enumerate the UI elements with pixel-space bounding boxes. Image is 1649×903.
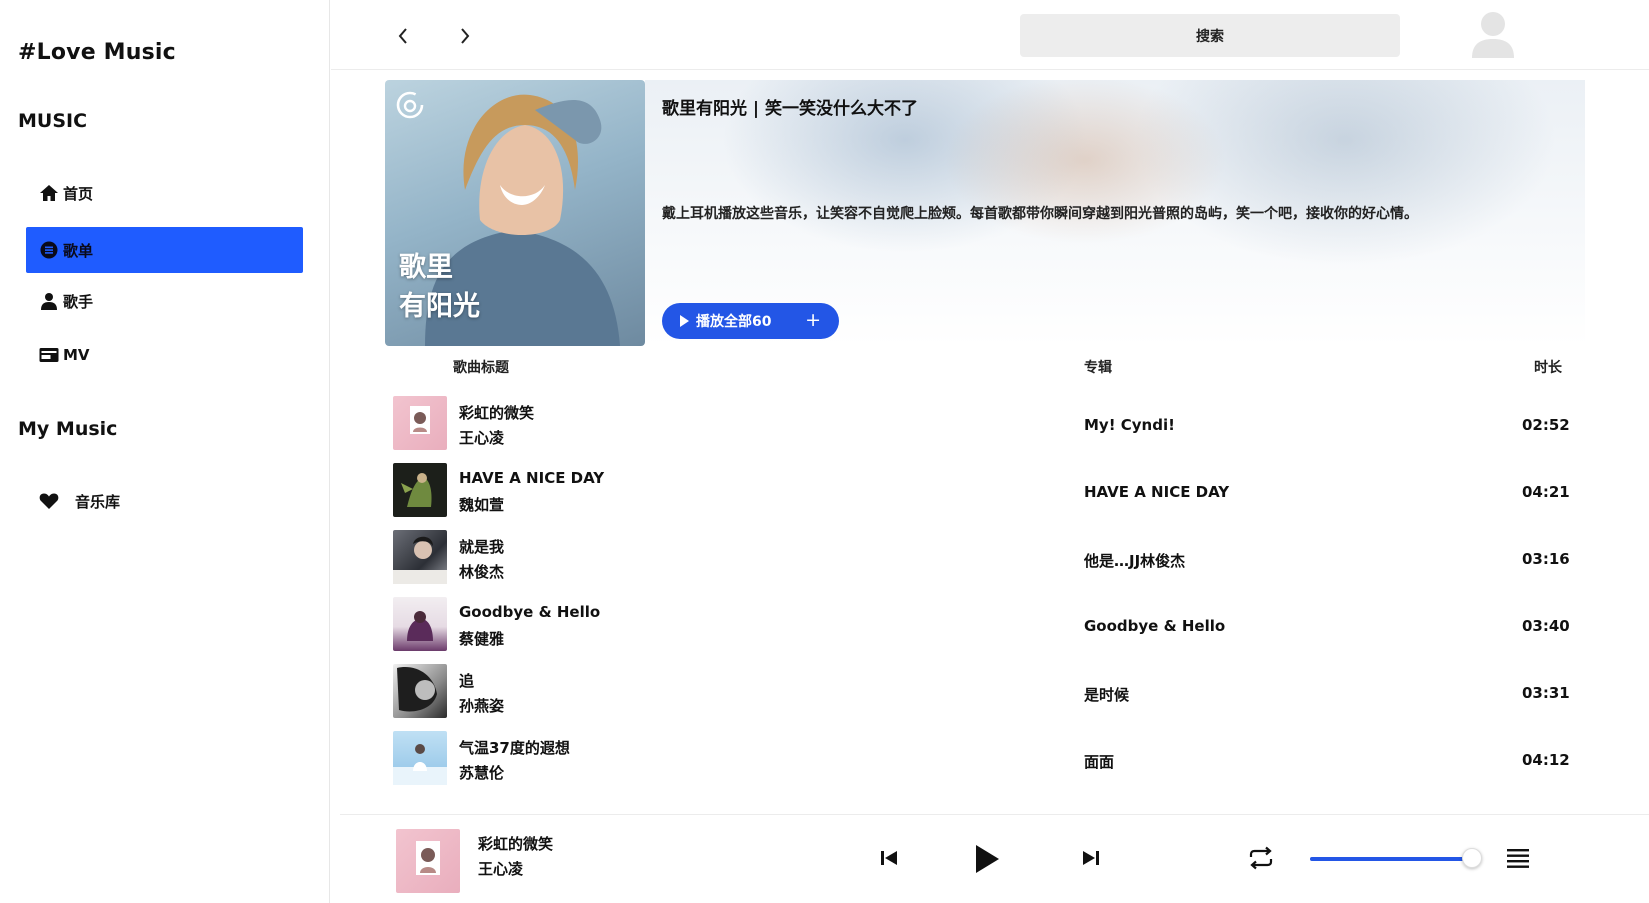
track-name: 气温37度的遐想	[459, 739, 570, 757]
sidebar-item-label: 歌手	[63, 292, 94, 311]
menu-list-icon	[1507, 849, 1529, 868]
track-album[interactable]: HAVE A NICE DAY	[1084, 483, 1229, 501]
track-duration: 03:31	[1522, 684, 1570, 702]
now-playing-artist[interactable]: 王心凌	[478, 858, 523, 879]
track-list: 彩虹的微笑 王心凌 My! Cyndi! 02:52 HAVE A NICE D…	[393, 394, 1573, 814]
sidebar-item-label: MV	[63, 346, 90, 364]
playlist-cover[interactable]: 歌里 有阳光	[385, 80, 645, 346]
track-album[interactable]: 面面	[1084, 751, 1114, 772]
play-icon	[680, 315, 689, 327]
play-all-button[interactable]: 播放全部60 +	[662, 303, 839, 339]
playlist-icon	[39, 240, 59, 260]
volume-fill	[1310, 857, 1472, 861]
next-button[interactable]	[1080, 847, 1102, 869]
brand-logo-text: #Love Music	[18, 40, 176, 65]
forward-button[interactable]	[453, 22, 477, 50]
track-album[interactable]: 是时候	[1084, 684, 1129, 705]
volume-handle[interactable]	[1461, 848, 1482, 868]
track-row[interactable]: 追 孙燕姿 是时候 03:31	[393, 662, 1573, 732]
player-bar: 彩虹的微笑 王心凌	[340, 814, 1649, 903]
track-row[interactable]: 彩虹的微笑 王心凌 My! Cyndi! 02:52	[393, 394, 1573, 464]
user-icon	[39, 291, 59, 311]
repeat-button[interactable]	[1245, 843, 1277, 873]
track-name: HAVE A NICE DAY	[459, 469, 605, 487]
sidebar-item-label: 首页	[63, 184, 94, 203]
column-header-duration[interactable]: 时长	[1534, 357, 1562, 377]
sidebar-item-label: 歌单	[63, 241, 94, 260]
track-name: Goodbye & Hello	[459, 603, 601, 621]
now-playing-name: 彩虹的微笑	[478, 835, 554, 853]
track-album[interactable]: My! Cyndi!	[1084, 416, 1175, 434]
previous-button[interactable]	[878, 847, 900, 869]
volume-slider[interactable]	[1310, 848, 1482, 868]
sidebar: #Love Music MUSIC 首页 歌单 歌手 MV My Music 音…	[0, 0, 330, 903]
home-icon	[39, 183, 59, 203]
track-artist[interactable]: 王心凌	[459, 427, 504, 448]
sidebar-item-mv[interactable]: MV	[26, 332, 303, 378]
track-duration: 04:21	[1522, 483, 1570, 501]
track-album[interactable]: 他是…JJ林俊杰	[1084, 550, 1185, 571]
top-bar: 搜索	[331, 0, 1649, 70]
album-thumbnail	[393, 396, 447, 450]
playlist-header: 歌里 有阳光 歌里有阳光 | 笑一笑没什么大不了 戴上耳机播放这些音乐，让笑容不…	[385, 80, 1585, 346]
column-header-title[interactable]: 歌曲标题	[453, 357, 509, 377]
cover-text-line2: 有阳光	[399, 291, 480, 322]
track-row[interactable]: Goodbye & Hello 蔡健雅 Goodbye & Hello 03:4…	[393, 595, 1573, 665]
album-thumbnail	[393, 463, 447, 517]
chevron-right-icon	[461, 28, 470, 44]
play-icon	[976, 845, 999, 873]
track-name: 就是我	[459, 538, 505, 556]
track-duration: 02:52	[1522, 416, 1570, 434]
avatar[interactable]	[1470, 10, 1516, 58]
skip-next-icon	[1083, 851, 1099, 865]
sidebar-item-label: 音乐库	[75, 492, 121, 511]
track-row[interactable]: 就是我 林俊杰 他是…JJ林俊杰 03:16	[393, 528, 1573, 598]
track-artist[interactable]: 孙燕姿	[459, 695, 504, 716]
netease-logo-icon	[395, 90, 425, 120]
play-pause-button[interactable]	[972, 843, 1002, 875]
video-icon	[39, 345, 59, 365]
add-to-queue-button[interactable]: +	[805, 309, 821, 331]
playlist-description: 戴上耳机播放这些音乐，让笑容不自觉爬上脸颊。每首歌都带你瞬间穿越到阳光普照的岛屿…	[662, 206, 1418, 222]
album-thumbnail	[393, 731, 447, 785]
back-button[interactable]	[391, 22, 415, 50]
cover-title-text: 歌里 有阳光	[399, 248, 480, 326]
track-duration: 04:12	[1522, 751, 1570, 769]
sidebar-item-singer[interactable]: 歌手	[26, 278, 303, 324]
sidebar-item-home[interactable]: 首页	[26, 170, 303, 216]
track-name: 追	[459, 672, 475, 690]
track-artist[interactable]: 林俊杰	[459, 561, 504, 582]
chevron-left-icon	[398, 28, 407, 44]
track-name: 彩虹的微笑	[459, 404, 535, 422]
album-thumbnail	[393, 597, 447, 651]
track-album[interactable]: Goodbye & Hello	[1084, 617, 1225, 635]
playlist-title: 歌里有阳光 | 笑一笑没什么大不了	[662, 99, 919, 119]
user-avatar-icon	[1472, 12, 1514, 58]
sidebar-item-playlist[interactable]: 歌单	[26, 227, 303, 273]
search-input[interactable]: 搜索	[1020, 14, 1400, 57]
track-row[interactable]: 气温37度的遐想 苏慧伦 面面 04:12	[393, 729, 1573, 799]
playlist-queue-button[interactable]	[1505, 845, 1531, 871]
skip-previous-icon	[881, 851, 897, 865]
album-thumbnail	[393, 530, 447, 584]
section-title-my-music: My Music	[18, 418, 118, 440]
track-row[interactable]: HAVE A NICE DAY 魏如萱 HAVE A NICE DAY 04:2…	[393, 461, 1573, 531]
album-thumbnail	[393, 664, 447, 718]
section-title-music: MUSIC	[18, 110, 88, 132]
now-playing-thumbnail[interactable]	[396, 829, 460, 893]
column-header-album[interactable]: 专辑	[1084, 357, 1112, 377]
heart-icon	[39, 491, 59, 511]
track-artist[interactable]: 苏慧伦	[459, 762, 504, 783]
track-duration: 03:40	[1522, 617, 1570, 635]
cover-text-line1: 歌里	[399, 252, 453, 283]
track-artist[interactable]: 蔡健雅	[459, 628, 504, 649]
play-all-label: 播放全部60	[696, 314, 772, 330]
track-artist[interactable]: 魏如萱	[459, 494, 504, 515]
repeat-icon	[1249, 846, 1273, 870]
track-duration: 03:16	[1522, 550, 1570, 568]
sidebar-item-library[interactable]: 音乐库	[26, 478, 303, 524]
